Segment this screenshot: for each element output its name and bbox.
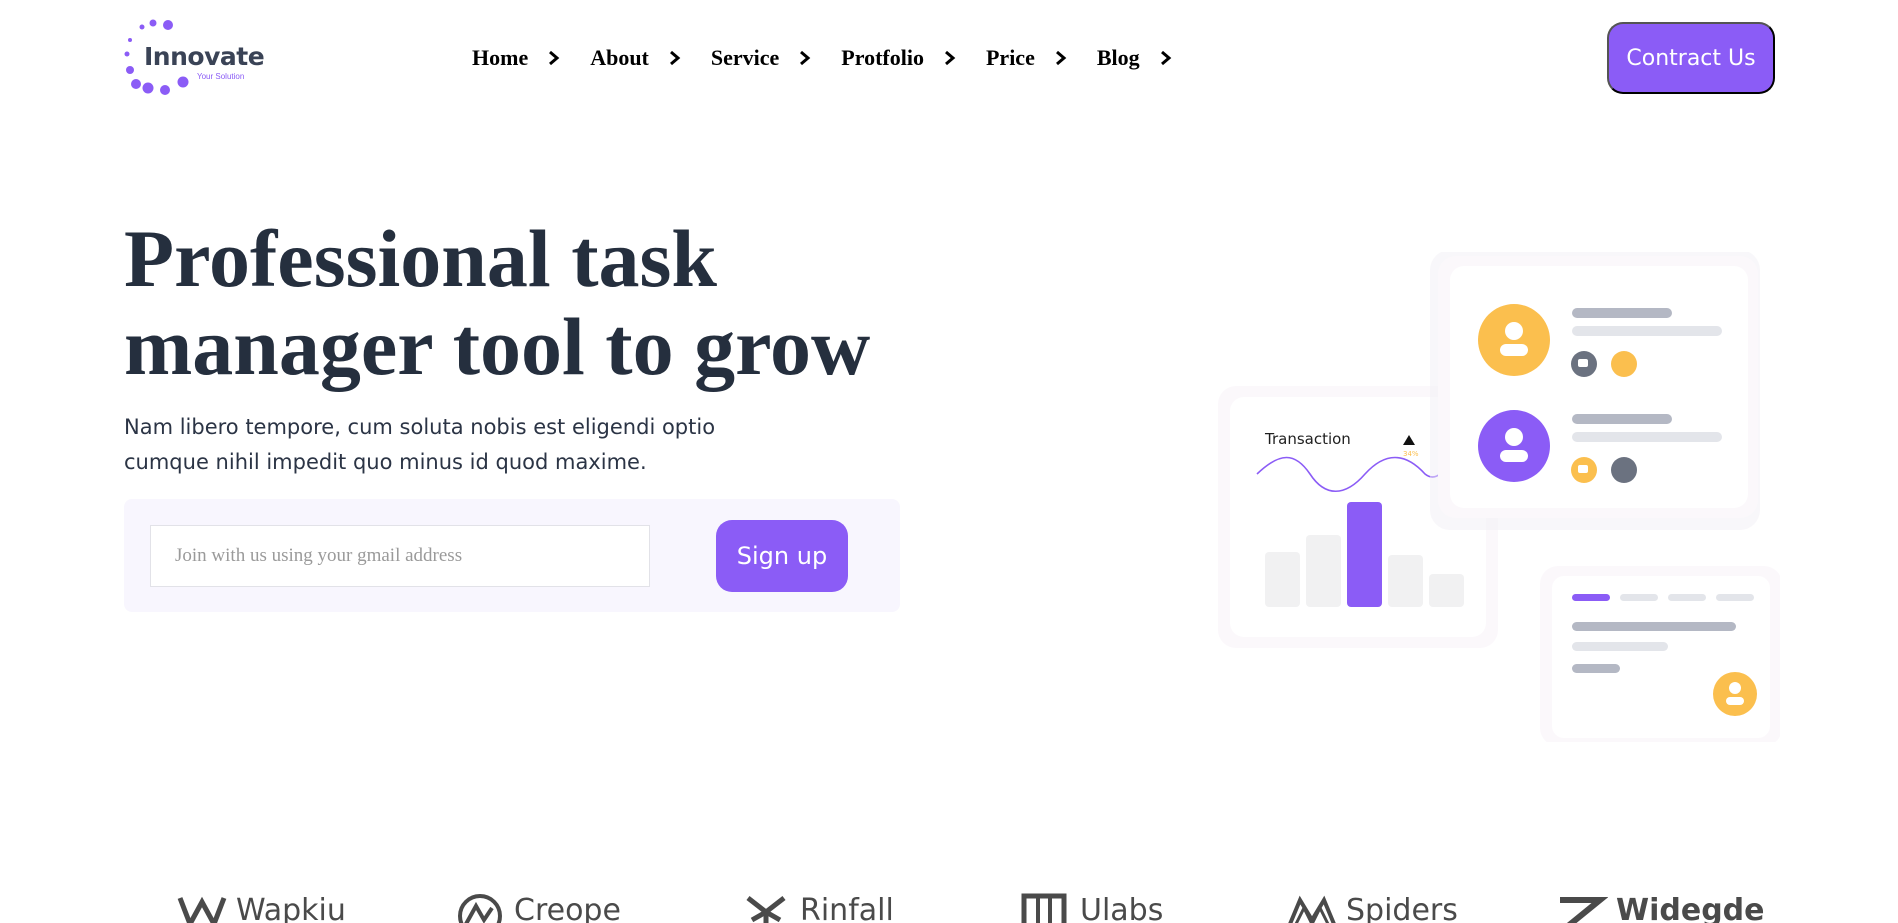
signup-form: Sign up xyxy=(124,499,900,612)
chevron-right-icon xyxy=(800,50,811,66)
partner-name: Wapkiu xyxy=(236,892,346,923)
site-header: Innovate Your Solution Home About Servic… xyxy=(0,0,1898,116)
users-card xyxy=(1430,252,1760,530)
nav-item-label: Service xyxy=(710,45,780,70)
tasks-card xyxy=(1540,566,1780,742)
partner-name: Spiders xyxy=(1346,892,1458,923)
nav-item-label: Home xyxy=(472,45,529,70)
partner-logos: Wapkiu Creope Rinfall Ulabs Spiders Wide… xyxy=(0,890,1898,923)
wapkiu-logo-icon xyxy=(177,896,227,923)
chevron-right-icon xyxy=(1055,50,1067,66)
email-input[interactable] xyxy=(150,525,650,587)
chevron-right-icon xyxy=(1160,50,1171,66)
partner-logo: Rinfall xyxy=(740,890,894,923)
partner-logo: Creope xyxy=(454,890,621,923)
nav-item-price[interactable]: Price xyxy=(986,38,1067,78)
partner-logo: Ulabs xyxy=(1020,890,1163,923)
partner-logo: Wapkiu xyxy=(176,890,346,923)
hero-title-line: manager tool to grow xyxy=(124,301,871,392)
widegde-logo-icon xyxy=(1560,897,1608,923)
nav-item-label: About xyxy=(590,45,649,70)
partner-logo: Widegde xyxy=(1556,890,1765,923)
hero-subtitle: Nam libero tempore, cum soluta nobis est… xyxy=(124,410,764,480)
nav-item-label: Price xyxy=(985,45,1035,70)
nav-item-service[interactable]: Service xyxy=(711,38,811,78)
nav-item-portfolio[interactable]: Protfolio xyxy=(841,38,956,78)
signup-button[interactable]: Sign up xyxy=(716,520,848,592)
transaction-change: 34% xyxy=(1403,450,1419,458)
partner-name: Widegde xyxy=(1616,892,1765,923)
nav-item-home[interactable]: Home xyxy=(472,38,560,78)
chevron-right-icon xyxy=(669,50,681,66)
spiders-logo-icon xyxy=(1288,895,1336,923)
contact-button[interactable]: Contract Us xyxy=(1607,22,1775,94)
hero-title: Professional task manager tool to grow xyxy=(124,215,944,391)
nav-item-label: Blog xyxy=(1096,45,1140,70)
ulabs-logo-icon xyxy=(1021,893,1067,923)
rinfall-logo-icon xyxy=(746,896,786,923)
partner-name: Rinfall xyxy=(800,892,894,923)
brand-tagline: Your Solution xyxy=(197,72,245,81)
creope-logo-icon xyxy=(458,894,502,923)
nav-item-about[interactable]: About xyxy=(590,38,681,78)
chevron-right-icon xyxy=(945,50,956,66)
main-nav: Home About Service Protfolio Price Blog xyxy=(472,38,1202,78)
hero-title-line: Professional task xyxy=(124,213,718,304)
transaction-title: Transaction xyxy=(1264,430,1351,448)
chevron-right-icon xyxy=(549,50,560,66)
partner-name: Creope xyxy=(514,892,621,923)
partner-name: Ulabs xyxy=(1080,892,1164,923)
brand-name: Innovate xyxy=(144,42,265,71)
brand-logo[interactable]: Innovate Your Solution xyxy=(124,18,265,98)
hero-subtitle-line: cumque nihil impedit quo minus id quod m… xyxy=(124,450,647,474)
dashboard-illustration: Transaction 34% xyxy=(1218,252,1780,742)
nav-item-blog[interactable]: Blog xyxy=(1097,38,1172,78)
partner-logo: Spiders xyxy=(1286,890,1458,923)
nav-item-label: Protfolio xyxy=(841,45,924,70)
hero-subtitle-line: Nam libero tempore, cum soluta nobis est… xyxy=(124,415,716,439)
